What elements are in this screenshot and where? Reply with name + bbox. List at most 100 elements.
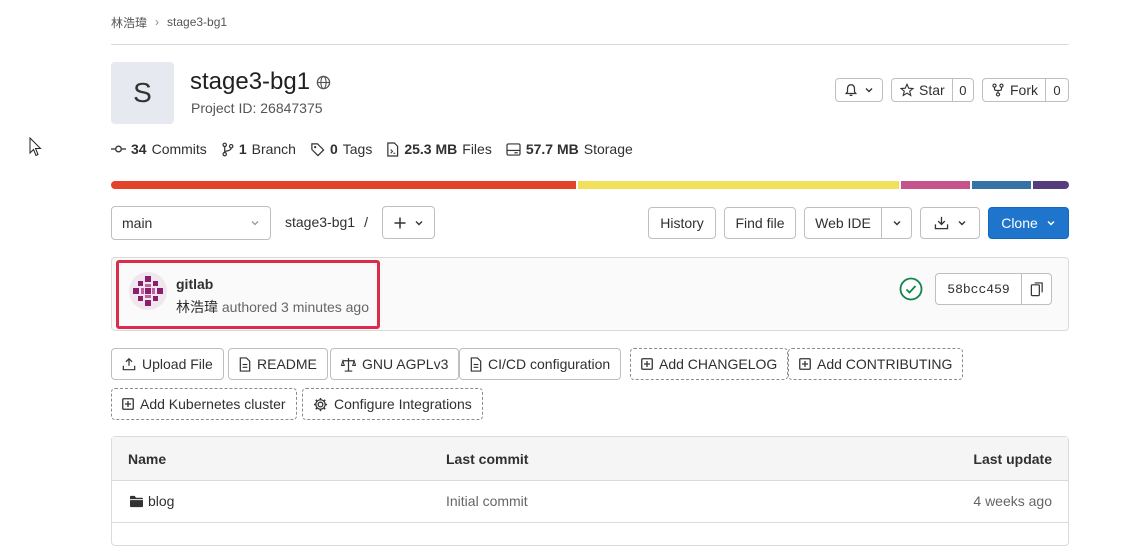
gear-icon xyxy=(313,397,328,412)
download-icon xyxy=(934,216,949,230)
configure-integrations-button[interactable]: Configure Integrations xyxy=(302,388,483,420)
file-name[interactable]: blog xyxy=(148,493,174,509)
stat-branches[interactable]: 1 Branch xyxy=(221,141,296,157)
folder-icon xyxy=(129,495,144,508)
language-segment[interactable] xyxy=(577,181,899,189)
add-kubernetes-cluster-button[interactable]: Add Kubernetes cluster xyxy=(111,388,297,420)
file-name-cell[interactable]: blog xyxy=(129,493,174,509)
clone-button[interactable]: Clone xyxy=(988,207,1069,239)
web-ide-button-group[interactable]: Web IDE xyxy=(804,207,912,239)
history-button[interactable]: History xyxy=(648,207,716,239)
project-stats: 34 Commits 1 Branch 0 Tags 25.3 MB Files… xyxy=(111,140,647,158)
star-label: Star xyxy=(919,82,945,98)
table-row[interactable]: blog Initial commit 4 weeks ago xyxy=(112,481,1068,523)
stat-tags-label: Tags xyxy=(342,141,373,157)
branch-select-value: main xyxy=(122,215,153,231)
chevron-down-icon xyxy=(892,218,902,228)
stat-branches-label: Branch xyxy=(251,141,296,157)
stat-commits[interactable]: 34 Commits xyxy=(111,141,207,157)
add-changelog-label: Add CHANGELOG xyxy=(659,356,778,372)
copy-icon xyxy=(1030,281,1044,297)
chevron-down-icon xyxy=(864,85,874,95)
public-globe-icon xyxy=(316,75,331,90)
stat-storage-label: Storage xyxy=(583,141,633,157)
breadcrumb-project[interactable]: stage3-bg1 xyxy=(167,15,227,29)
web-ide-button[interactable]: Web IDE xyxy=(805,215,881,231)
stat-commits-label: Commits xyxy=(151,141,207,157)
branch-select[interactable]: main xyxy=(111,206,271,240)
branch-icon xyxy=(221,142,234,157)
commit-sha-group: 58bcc459 xyxy=(935,273,1052,305)
notifications-button[interactable] xyxy=(835,78,883,102)
project-avatar-letter: S xyxy=(133,77,152,108)
breadcrumb-owner[interactable]: 林浩瑋 xyxy=(111,14,147,31)
star-count[interactable]: 0 xyxy=(951,79,973,101)
copy-sha-button[interactable] xyxy=(1021,274,1051,304)
star-button[interactable]: Star 0 xyxy=(891,78,974,102)
tag-icon xyxy=(310,142,325,157)
project-avatar: S xyxy=(111,62,174,124)
project-title: stage3-bg1 xyxy=(190,68,311,95)
column-header-last-update: Last update xyxy=(973,451,1052,467)
breadcrumb-separator: › xyxy=(155,15,160,29)
fork-count[interactable]: 0 xyxy=(1045,79,1068,101)
divider xyxy=(111,44,1069,45)
breadcrumb: 林浩瑋 › stage3-bg1 xyxy=(111,13,227,31)
language-segment[interactable] xyxy=(900,181,970,189)
commit-sha[interactable]: 58bcc459 xyxy=(936,282,1021,297)
scale-icon xyxy=(341,357,356,372)
plus-square-icon xyxy=(641,358,653,370)
commit-icon xyxy=(111,143,126,155)
stat-storage[interactable]: 57.7 MB Storage xyxy=(506,141,633,157)
mouse-cursor-icon xyxy=(29,137,43,157)
stat-tags[interactable]: 0 Tags xyxy=(310,141,372,157)
doc-icon xyxy=(470,356,482,372)
stat-branches-value: 1 xyxy=(238,141,247,157)
repo-path-root[interactable]: stage3-bg1 xyxy=(285,214,355,230)
pipeline-status-passed-icon[interactable] xyxy=(899,277,923,301)
repository-languages-bar[interactable] xyxy=(111,181,1069,189)
file-last-commit[interactable]: Initial commit xyxy=(446,493,528,509)
license-label: GNU AGPLv3 xyxy=(362,356,449,372)
upload-file-button[interactable]: Upload File xyxy=(111,348,224,380)
chevron-down-icon xyxy=(1046,218,1056,228)
configure-integrations-label: Configure Integrations xyxy=(334,396,472,412)
language-segment[interactable] xyxy=(111,181,576,189)
column-header-name: Name xyxy=(128,451,167,467)
plus-icon xyxy=(394,217,406,229)
star-icon xyxy=(900,83,914,97)
clone-label: Clone xyxy=(1001,215,1038,231)
stat-files-value: 25.3 MB xyxy=(404,141,458,157)
repo-path-separator: / xyxy=(364,214,368,230)
find-file-button[interactable]: Find file xyxy=(724,207,796,239)
chevron-down-icon xyxy=(250,218,260,228)
language-segment[interactable] xyxy=(1032,181,1069,189)
add-contributing-button[interactable]: Add CONTRIBUTING xyxy=(788,348,964,380)
readme-button[interactable]: README xyxy=(228,348,328,380)
license-button[interactable]: GNU AGPLv3 xyxy=(330,348,460,380)
cicd-configuration-button[interactable]: CI/CD configuration xyxy=(459,348,622,380)
storage-icon xyxy=(506,142,521,156)
file-last-update: 4 weeks ago xyxy=(973,493,1052,509)
stat-files-label: Files xyxy=(462,141,492,157)
plus-square-icon xyxy=(799,358,811,370)
web-ide-dropdown[interactable] xyxy=(881,208,911,238)
column-header-last-commit: Last commit xyxy=(446,451,529,467)
repo-path: stage3-bg1 / xyxy=(285,214,368,230)
plus-square-icon xyxy=(122,398,134,410)
download-button[interactable] xyxy=(920,207,980,239)
language-segment[interactable] xyxy=(971,181,1031,189)
fork-icon xyxy=(991,83,1005,97)
stat-files[interactable]: 25.3 MB Files xyxy=(386,141,492,157)
add-changelog-button[interactable]: Add CHANGELOG xyxy=(630,348,789,380)
add-contributing-label: Add CONTRIBUTING xyxy=(817,356,953,372)
chevron-down-icon xyxy=(957,218,967,228)
doc-icon xyxy=(239,356,251,372)
readme-label: README xyxy=(257,356,317,372)
upload-icon xyxy=(122,357,136,371)
stat-tags-value: 0 xyxy=(329,141,338,157)
chevron-down-icon xyxy=(414,218,424,228)
project-id: Project ID: 26847375 xyxy=(191,100,323,116)
add-to-tree-button[interactable] xyxy=(382,206,435,239)
fork-button[interactable]: Fork 0 xyxy=(982,78,1069,102)
